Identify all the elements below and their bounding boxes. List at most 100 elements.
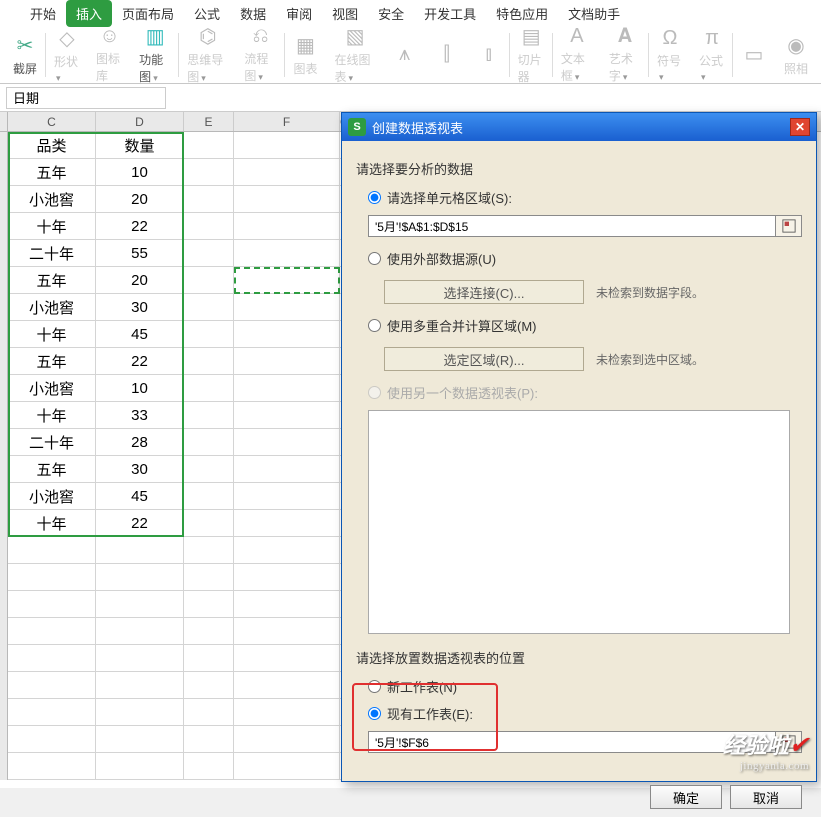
cell[interactable]	[184, 537, 234, 564]
cell[interactable]	[184, 672, 234, 699]
close-icon[interactable]: ✕	[790, 118, 810, 136]
tool-wordart[interactable]: 𝐀 艺术字▾	[601, 27, 649, 83]
cell[interactable]	[8, 699, 96, 726]
radio-new-sheet[interactable]	[368, 680, 381, 693]
cell[interactable]	[184, 186, 234, 213]
tab-special[interactable]: 特色应用	[486, 0, 558, 27]
cell[interactable]	[234, 726, 340, 753]
cell[interactable]: 33	[96, 402, 184, 429]
cell[interactable]	[184, 483, 234, 510]
cell[interactable]: 22	[96, 510, 184, 537]
opt-external[interactable]: 使用外部数据源(U)	[368, 249, 802, 268]
tool-onlinechart[interactable]: ▧ 在线图表▾	[327, 27, 384, 83]
range-picker-button[interactable]	[776, 215, 802, 237]
cell[interactable]	[184, 348, 234, 375]
cell[interactable]	[234, 483, 340, 510]
tab-devtools[interactable]: 开发工具	[414, 0, 486, 27]
cell[interactable]	[234, 348, 340, 375]
cell[interactable]	[234, 159, 340, 186]
cell[interactable]: 30	[96, 456, 184, 483]
tab-dochelper[interactable]: 文档助手	[558, 0, 630, 27]
cell[interactable]	[96, 645, 184, 672]
cell[interactable]	[184, 321, 234, 348]
tool-textbox[interactable]: A 文本框▾	[553, 27, 601, 83]
cell[interactable]	[96, 537, 184, 564]
cell[interactable]	[234, 267, 340, 294]
col-e[interactable]: E	[184, 112, 234, 131]
tool-iconlib[interactable]: ☺ 图标库	[88, 27, 131, 83]
cell[interactable]	[184, 159, 234, 186]
tool-camera[interactable]: ◉ 照相	[775, 27, 817, 83]
col-d[interactable]: D	[96, 112, 184, 131]
cell[interactable]	[184, 753, 234, 780]
tool-slicer[interactable]: ▤ 切片器	[510, 27, 553, 83]
cell[interactable]: 品类	[8, 132, 96, 159]
cell[interactable]	[8, 645, 96, 672]
tool-funcimg[interactable]: ▥ 功能图▾	[131, 27, 179, 83]
radio-multi[interactable]	[368, 319, 381, 332]
cell[interactable]: 20	[96, 267, 184, 294]
cell[interactable]: 55	[96, 240, 184, 267]
cell[interactable]	[234, 618, 340, 645]
name-box[interactable]: 日期	[6, 87, 166, 109]
cell[interactable]: 小池窖	[8, 483, 96, 510]
source-range-input[interactable]	[368, 215, 776, 237]
cell[interactable]	[234, 564, 340, 591]
cell[interactable]: 22	[96, 348, 184, 375]
radio-existing[interactable]	[368, 707, 381, 720]
opt-multi[interactable]: 使用多重合并计算区域(M)	[368, 316, 802, 335]
cell[interactable]: 小池窖	[8, 294, 96, 321]
cell[interactable]: 五年	[8, 456, 96, 483]
cell[interactable]	[184, 375, 234, 402]
dialog-titlebar[interactable]: S 创建数据透视表 ✕	[342, 113, 816, 141]
cell[interactable]	[96, 564, 184, 591]
cell[interactable]	[184, 645, 234, 672]
cell[interactable]	[184, 510, 234, 537]
tab-start[interactable]: 开始	[20, 0, 66, 27]
radio-select-range[interactable]	[368, 191, 381, 204]
cell[interactable]	[96, 726, 184, 753]
cell[interactable]: 十年	[8, 510, 96, 537]
cell[interactable]: 十年	[8, 402, 96, 429]
cell[interactable]: 五年	[8, 159, 96, 186]
cell[interactable]	[96, 591, 184, 618]
cell[interactable]: 五年	[8, 267, 96, 294]
cell[interactable]	[96, 672, 184, 699]
cell[interactable]	[184, 564, 234, 591]
cell[interactable]	[96, 699, 184, 726]
cell[interactable]	[234, 456, 340, 483]
cell[interactable]	[184, 402, 234, 429]
cell[interactable]: 28	[96, 429, 184, 456]
cell[interactable]	[234, 510, 340, 537]
cell[interactable]: 二十年	[8, 429, 96, 456]
cell[interactable]: 20	[96, 186, 184, 213]
cell[interactable]: 小池窖	[8, 186, 96, 213]
cell[interactable]: 45	[96, 321, 184, 348]
choose-area-button[interactable]: 选定区域(R)...	[384, 347, 584, 371]
dest-range-input[interactable]	[368, 731, 776, 753]
cell[interactable]: 10	[96, 375, 184, 402]
cell[interactable]	[184, 132, 234, 159]
cell[interactable]: 数量	[96, 132, 184, 159]
tab-formula[interactable]: 公式	[184, 0, 230, 27]
tool-header[interactable]: ▭	[733, 27, 775, 83]
cell[interactable]	[184, 294, 234, 321]
tool-shapes[interactable]: ◇ 形状▾	[46, 27, 88, 83]
opt-new-sheet[interactable]: 新工作表(N)	[368, 677, 802, 696]
opt-select-range[interactable]: 请选择单元格区域(S):	[368, 188, 802, 207]
cell[interactable]: 小池窖	[8, 375, 96, 402]
cell[interactable]: 十年	[8, 321, 96, 348]
cell[interactable]	[8, 537, 96, 564]
tool-formula[interactable]: π 公式▾	[691, 27, 733, 83]
cell[interactable]	[234, 321, 340, 348]
tool-chart[interactable]: ▦ 图表	[285, 27, 327, 83]
cell[interactable]	[234, 294, 340, 321]
cell[interactable]	[234, 240, 340, 267]
cancel-button[interactable]: 取消	[730, 785, 802, 809]
cell[interactable]	[234, 645, 340, 672]
tool-sparkline2[interactable]: ⫿	[426, 27, 468, 83]
cell[interactable]: 五年	[8, 348, 96, 375]
radio-external[interactable]	[368, 252, 381, 265]
cell[interactable]	[234, 132, 340, 159]
cell[interactable]	[234, 402, 340, 429]
